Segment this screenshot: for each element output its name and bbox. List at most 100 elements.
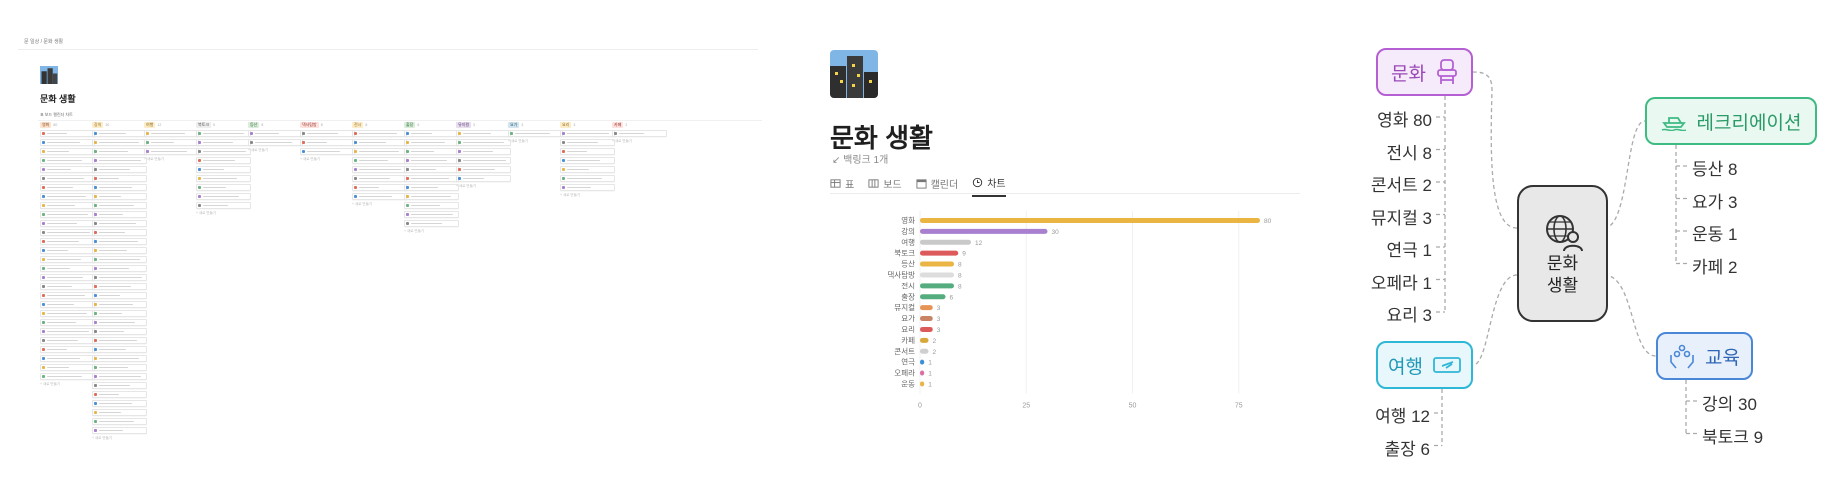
board-card[interactable]: [456, 166, 511, 173]
board-card[interactable]: [456, 130, 511, 137]
board-card[interactable]: [352, 139, 407, 146]
board-card[interactable]: [404, 202, 459, 209]
city-page-icon[interactable]: [830, 50, 878, 98]
leaf-node[interactable]: 전시 8: [1387, 139, 1432, 164]
board-card[interactable]: [404, 166, 459, 173]
board-card[interactable]: [92, 310, 147, 317]
board-card[interactable]: [456, 175, 511, 182]
board-card[interactable]: [404, 130, 459, 137]
board-card[interactable]: [40, 184, 95, 191]
board-card[interactable]: [40, 283, 95, 290]
leaf-node[interactable]: 여행 12: [1375, 402, 1430, 427]
board-card[interactable]: [40, 310, 95, 317]
board-card[interactable]: [40, 319, 95, 326]
board-column-header[interactable]: 영화 80: [40, 122, 96, 128]
board-column-header[interactable]: 강의 30: [92, 122, 148, 128]
leaf-node[interactable]: 강의 30: [1702, 390, 1757, 415]
board-card[interactable]: [92, 274, 147, 281]
bar[interactable]: [920, 272, 954, 278]
new-card-button[interactable]: + 새로 만들기: [248, 148, 304, 153]
leaf-node[interactable]: 요가 3: [1692, 188, 1737, 213]
board-card[interactable]: [144, 148, 199, 155]
board-card[interactable]: [92, 319, 147, 326]
leaf-node[interactable]: 요리 3: [1387, 301, 1432, 326]
board-card[interactable]: [560, 139, 615, 146]
new-card-button[interactable]: + 새로 만들기: [300, 157, 356, 162]
board-column-header[interactable]: 뮤지컬 3: [456, 122, 512, 128]
board-card[interactable]: [92, 292, 147, 299]
board-card[interactable]: [248, 130, 303, 137]
board-card[interactable]: [92, 166, 147, 173]
board-column-header[interactable]: 요가 3: [508, 122, 564, 128]
board-card[interactable]: [40, 238, 95, 245]
board-card[interactable]: [40, 202, 95, 209]
board-card[interactable]: [404, 220, 459, 227]
leaf-node[interactable]: 북토크 9: [1702, 423, 1763, 448]
new-card-button[interactable]: + 새로 만들기: [144, 157, 200, 162]
branch-education[interactable]: 교육: [1656, 332, 1753, 380]
board-card[interactable]: [352, 175, 407, 182]
board-card[interactable]: [352, 166, 407, 173]
bar[interactable]: [920, 250, 959, 256]
board-column-header[interactable]: 등산 8: [248, 122, 304, 128]
bar[interactable]: [920, 381, 925, 387]
board-card[interactable]: [144, 130, 199, 137]
board-card[interactable]: [404, 211, 459, 218]
bar[interactable]: [920, 305, 933, 311]
board-card[interactable]: [92, 220, 147, 227]
leaf-node[interactable]: 영화 80: [1377, 106, 1432, 131]
board-card[interactable]: [92, 391, 147, 398]
board-card[interactable]: [404, 184, 459, 191]
board-card[interactable]: [92, 355, 147, 362]
leaf-node[interactable]: 콘서트 2: [1371, 171, 1432, 196]
new-card-button[interactable]: + 새로 만들기: [196, 211, 252, 216]
board-card[interactable]: [92, 328, 147, 335]
new-card-button[interactable]: + 새로 만들기: [508, 139, 564, 144]
board-card[interactable]: [40, 148, 95, 155]
board-card[interactable]: [92, 301, 147, 308]
board-column-header[interactable]: 여행 12: [144, 122, 200, 128]
board-card[interactable]: [92, 229, 147, 236]
board-card[interactable]: [92, 247, 147, 254]
board-card[interactable]: [92, 130, 147, 137]
bar[interactable]: [920, 370, 925, 376]
board-card[interactable]: [92, 139, 147, 146]
board-card[interactable]: [40, 355, 95, 362]
bar[interactable]: [920, 348, 929, 354]
board-card[interactable]: [196, 202, 251, 209]
board-card[interactable]: [352, 157, 407, 164]
board-card[interactable]: [508, 130, 563, 137]
board-card[interactable]: [92, 373, 147, 380]
board-card[interactable]: [40, 211, 95, 218]
board-column-header[interactable]: 북토크 9: [196, 122, 252, 128]
board-card[interactable]: [40, 229, 95, 236]
leaf-node[interactable]: 오페라 1: [1371, 269, 1432, 294]
board-card[interactable]: [92, 256, 147, 263]
leaf-node[interactable]: 뮤지컬 3: [1371, 204, 1432, 229]
board-card[interactable]: [560, 175, 615, 182]
board-card[interactable]: [456, 148, 511, 155]
board-card[interactable]: [144, 139, 199, 146]
bar[interactable]: [920, 228, 1048, 234]
board-card[interactable]: [456, 157, 511, 164]
board-card[interactable]: [196, 139, 251, 146]
bar[interactable]: [920, 217, 1260, 223]
board-card[interactable]: [40, 256, 95, 263]
board-card[interactable]: [404, 148, 459, 155]
board-card[interactable]: [40, 364, 95, 371]
board-column-header[interactable]: 댁사탐방 8: [300, 122, 356, 128]
new-card-button[interactable]: + 새로 만들기: [92, 436, 148, 441]
board-card[interactable]: [92, 400, 147, 407]
leaf-node[interactable]: 등산 8: [1692, 155, 1737, 180]
bar[interactable]: [920, 359, 925, 365]
board-card[interactable]: [196, 184, 251, 191]
board-card[interactable]: [40, 157, 95, 164]
board-card[interactable]: [404, 193, 459, 200]
board-card[interactable]: [40, 139, 95, 146]
board-card[interactable]: [40, 265, 95, 272]
board-card[interactable]: [196, 175, 251, 182]
board-card[interactable]: [560, 157, 615, 164]
board-card[interactable]: [92, 238, 147, 245]
board-card[interactable]: [40, 337, 95, 344]
board-card[interactable]: [92, 265, 147, 272]
